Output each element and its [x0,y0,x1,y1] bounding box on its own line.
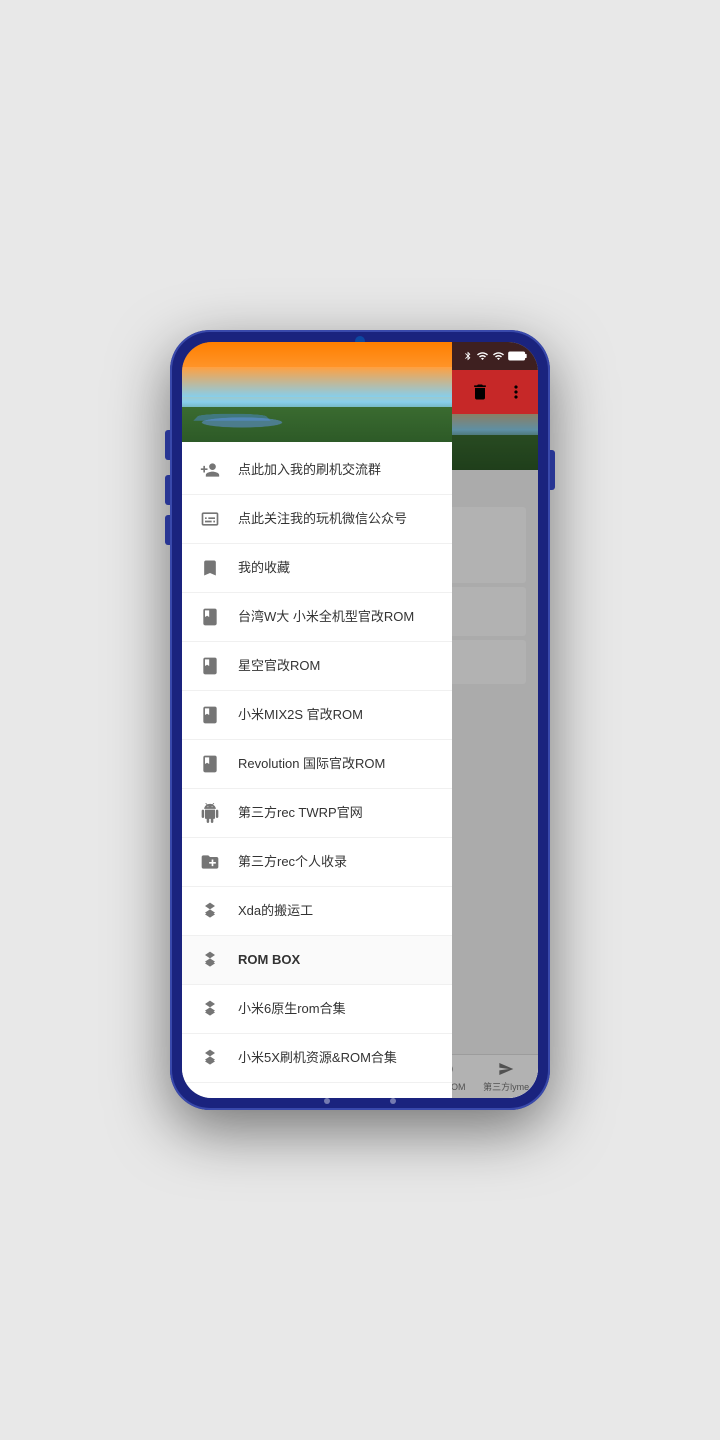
mix2s-rom-label: 小米MIX2S 官改ROM [238,707,363,724]
book-download-icon-3 [198,703,222,727]
dropbox-icon-3 [198,997,222,1021]
signal1-icon [476,350,489,362]
phone-screen: 11:14 PM [182,342,538,1098]
person-add-icon [198,458,222,482]
layers-icon-1 [198,1095,222,1098]
revolution-rom-label: Revolution 国际官改ROM [238,756,385,773]
drawer-item-taiwan-rom[interactable]: 台湾W大 小米全机型官改ROM [182,593,452,642]
drawer-item-follow-wechat[interactable]: 点此关注我的玩机微信公众号 [182,495,452,544]
drawer-item-join-group[interactable]: 点此加入我的刷机交流群 [182,446,452,495]
dropbox-icon-2 [198,948,222,972]
signal2-icon [492,350,505,362]
home-indicator-area [324,1098,396,1104]
drawer-item-revolution-rom[interactable]: Revolution 国际官改ROM [182,740,452,789]
contact-card-icon [198,507,222,531]
drawer-items-list: 点此加入我的刷机交流群 点此关注我的玩机微信公众号 我的收藏 [182,442,452,1098]
mi5x-rom-label: 小米5X刷机资源&ROM合集 [238,1050,397,1067]
android-icon [198,801,222,825]
folder-plus-icon [198,850,222,874]
drawer-item-twrp[interactable]: 第三方rec TWRP官网 [182,789,452,838]
navigation-drawer: 点此加入我的刷机交流群 点此关注我的玩机微信公众号 我的收藏 [182,342,452,1098]
drawer-item-rec-personal[interactable]: 第三方rec个人收录 [182,838,452,887]
dot-left [324,1098,330,1104]
dropbox-icon-1 [198,899,222,923]
book-download-icon-2 [198,654,222,678]
battery-icon [508,350,528,362]
more-icon[interactable] [506,382,526,402]
book-download-icon-1 [198,605,222,629]
join-group-label: 点此加入我的刷机交流群 [238,462,381,479]
drawer-item-aex-os[interactable]: AEX OS [182,1083,452,1098]
taiwan-rom-label: 台湾W大 小米全机型官改ROM [238,609,414,626]
my-favorites-label: 我的收藏 [238,560,290,577]
mi6-rom-label: 小米6原生rom合集 [238,1001,346,1018]
drawer-item-xda[interactable]: Xda的搬运工 [182,887,452,936]
star-rom-label: 星空官改ROM [238,658,320,675]
phone-frame: 11:14 PM [170,330,550,1110]
delete-icon[interactable] [470,382,490,402]
drawer-header [182,342,452,442]
twrp-label: 第三方rec TWRP官网 [238,805,363,822]
drawer-item-mi5x-rom[interactable]: 小米5X刷机资源&ROM合集 [182,1034,452,1083]
drawer-item-mi6-rom[interactable]: 小米6原生rom合集 [182,985,452,1034]
xda-label: Xda的搬运工 [238,903,313,920]
drawer-item-rom-box[interactable]: ROM BOX [182,936,452,985]
drawer-item-my-favorites[interactable]: 我的收藏 [182,544,452,593]
book-download-icon-4 [198,752,222,776]
bookmark-icon [198,556,222,580]
rom-box-label: ROM BOX [238,952,300,969]
drawer-item-mix2s-rom[interactable]: 小米MIX2S 官改ROM [182,691,452,740]
dropbox-icon-4 [198,1046,222,1070]
drawer-item-star-rom[interactable]: 星空官改ROM [182,642,452,691]
status-right-icons [463,350,528,362]
follow-wechat-label: 点此关注我的玩机微信公众号 [238,511,407,528]
bluetooth-icon [463,350,473,362]
dot-right [390,1098,396,1104]
rec-personal-label: 第三方rec个人收录 [238,854,347,871]
